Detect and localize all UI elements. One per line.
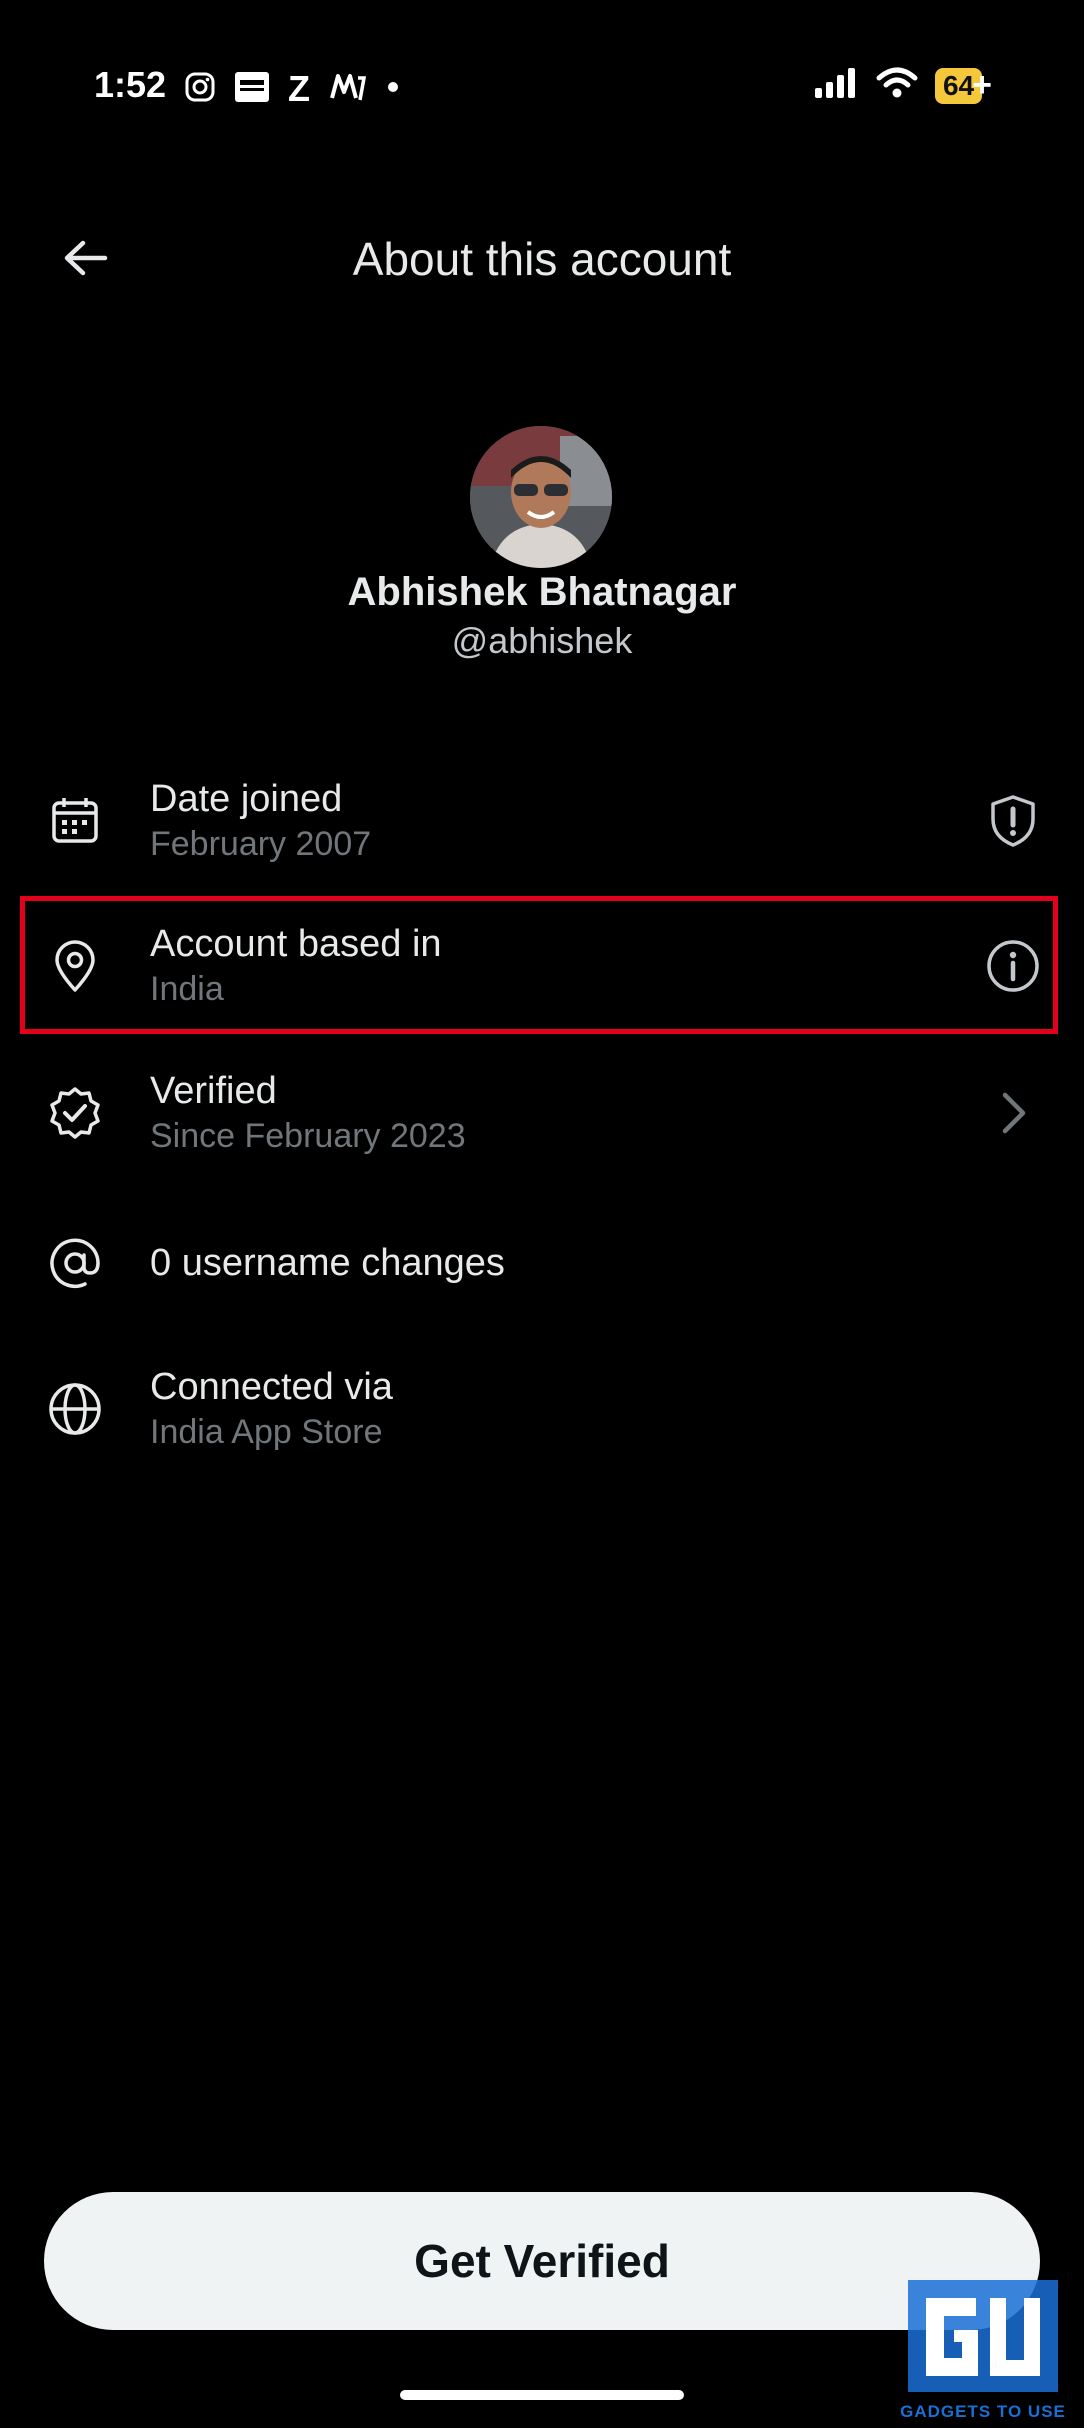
status-system-icons: 64 +: [813, 66, 992, 105]
battery-icon: 64 +: [934, 66, 992, 105]
battery-charging-indicator: +: [972, 66, 992, 104]
shield-icon[interactable]: [982, 790, 1044, 852]
status-time: 1:52: [94, 64, 167, 105]
row-title: Date joined: [150, 778, 343, 820]
status-app-icons: Z: [184, 68, 400, 110]
gadgets-to-use-watermark: GADGETS TO USE: [898, 2276, 1068, 2422]
wifi-icon: [875, 66, 919, 105]
row-username-changes: 0 username changes: [0, 1190, 1084, 1336]
row-date-joined: Date joined February 2007: [0, 748, 1084, 894]
globe-icon: [44, 1378, 106, 1440]
instagram-icon: [184, 71, 216, 108]
espncricinfo-icon: [234, 71, 270, 108]
zee5-icon: Z: [288, 68, 310, 109]
avatar: [470, 426, 612, 568]
calendar-icon: [44, 790, 106, 852]
row-subtitle: India App Store: [150, 1413, 383, 1451]
watermark-text: GADGETS TO USE: [900, 2402, 1066, 2421]
profile-handle: @abhishek: [451, 620, 633, 661]
chevron-right-icon: [982, 1082, 1044, 1144]
row-subtitle: Since February 2023: [150, 1117, 466, 1155]
page-title: About this account: [352, 233, 732, 285]
row-title: Connected via: [150, 1366, 393, 1408]
gadgets-to-use-logo-icon: [908, 2280, 1058, 2392]
row-verified[interactable]: Verified Since February 2023: [0, 1040, 1084, 1186]
row-title: 0 username changes: [150, 1242, 505, 1284]
myntra-icon: [328, 70, 368, 109]
verified-badge-icon: [44, 1082, 106, 1144]
signal-icon: [813, 66, 859, 105]
get-verified-button[interactable]: Get Verified: [44, 2192, 1040, 2330]
row-subtitle: February 2007: [150, 825, 372, 863]
row-connected-via: Connected via India App Store: [0, 1336, 1084, 1482]
home-indicator[interactable]: [400, 2390, 684, 2400]
dot-icon: [386, 80, 400, 99]
highlight-box: [20, 896, 1058, 1034]
at-sign-icon: [44, 1232, 106, 1294]
row-title: Verified: [150, 1070, 277, 1112]
profile-name: Abhishek Bhatnagar: [347, 570, 737, 614]
